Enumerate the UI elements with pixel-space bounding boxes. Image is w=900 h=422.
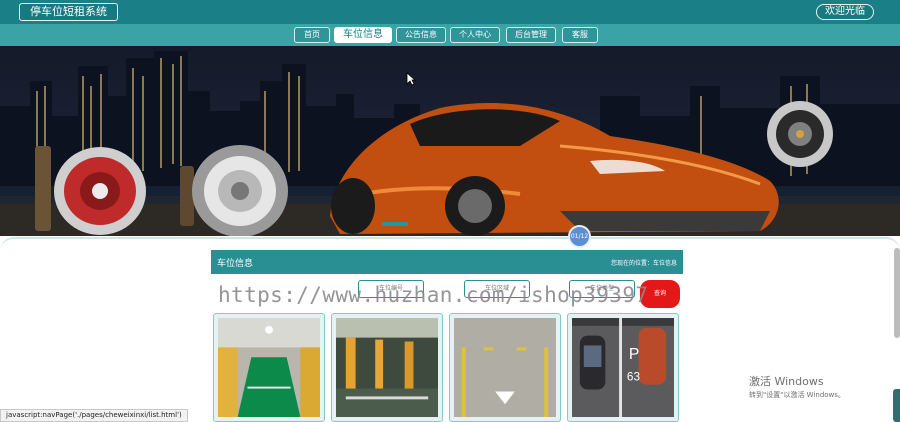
- parking-photo: P 63: [572, 318, 674, 417]
- system-title: 停车位短租系统: [19, 3, 118, 21]
- parking-photo: [336, 318, 438, 417]
- parking-photo: [454, 318, 556, 417]
- side-float-widget[interactable]: [893, 389, 900, 422]
- svg-text:P: P: [629, 346, 639, 363]
- nav-home[interactable]: 首页: [294, 27, 330, 43]
- banner-page-indicator[interactable]: 01/12: [568, 225, 591, 248]
- banner-image: [0, 51, 900, 236]
- nav-announcements[interactable]: 公告信息: [396, 27, 446, 43]
- parking-card[interactable]: P 63: [567, 313, 679, 422]
- windows-activation-notice: 激活 Windows 转到"设置"以激活 Windows。: [749, 375, 845, 400]
- activation-title: 激活 Windows: [749, 375, 824, 388]
- hero-banner[interactable]: [0, 46, 900, 236]
- nav-parking-info[interactable]: 车位信息: [334, 27, 392, 43]
- parking-card[interactable]: [331, 313, 443, 422]
- watermark-url: https://www.huzhan.com/ishop39397: [218, 283, 649, 307]
- welcome-badge: 欢迎光临: [816, 4, 874, 20]
- scrollbar-thumb[interactable]: [894, 248, 900, 338]
- parking-card[interactable]: [213, 313, 325, 422]
- mouse-cursor-icon: [406, 72, 416, 86]
- activation-subtitle: 转到"设置"以激活 Windows。: [749, 391, 845, 399]
- nav-customer-service[interactable]: 客服: [562, 27, 598, 43]
- speaker-silver-image: [192, 145, 288, 236]
- top-bar: 停车位短租系统 欢迎光临: [0, 0, 900, 24]
- main-nav: 首页 车位信息 公告信息 个人中心 后台管理 客服: [0, 24, 900, 46]
- speaker-right-image: [767, 101, 833, 167]
- svg-text:63: 63: [627, 371, 641, 384]
- nav-admin[interactable]: 后台管理: [506, 27, 556, 43]
- speaker-red-image: [54, 147, 146, 235]
- breadcrumb: 您现在的位置：车位信息: [610, 260, 677, 267]
- parking-card[interactable]: [449, 313, 561, 422]
- parking-photo: [218, 318, 320, 417]
- section-header: 车位信息 您现在的位置：车位信息: [211, 250, 683, 274]
- nav-personal-center[interactable]: 个人中心: [450, 27, 500, 43]
- browser-status-bar: javascript:navPage('./pages/cheweixinxi/…: [0, 409, 188, 422]
- section-title: 车位信息: [217, 259, 254, 269]
